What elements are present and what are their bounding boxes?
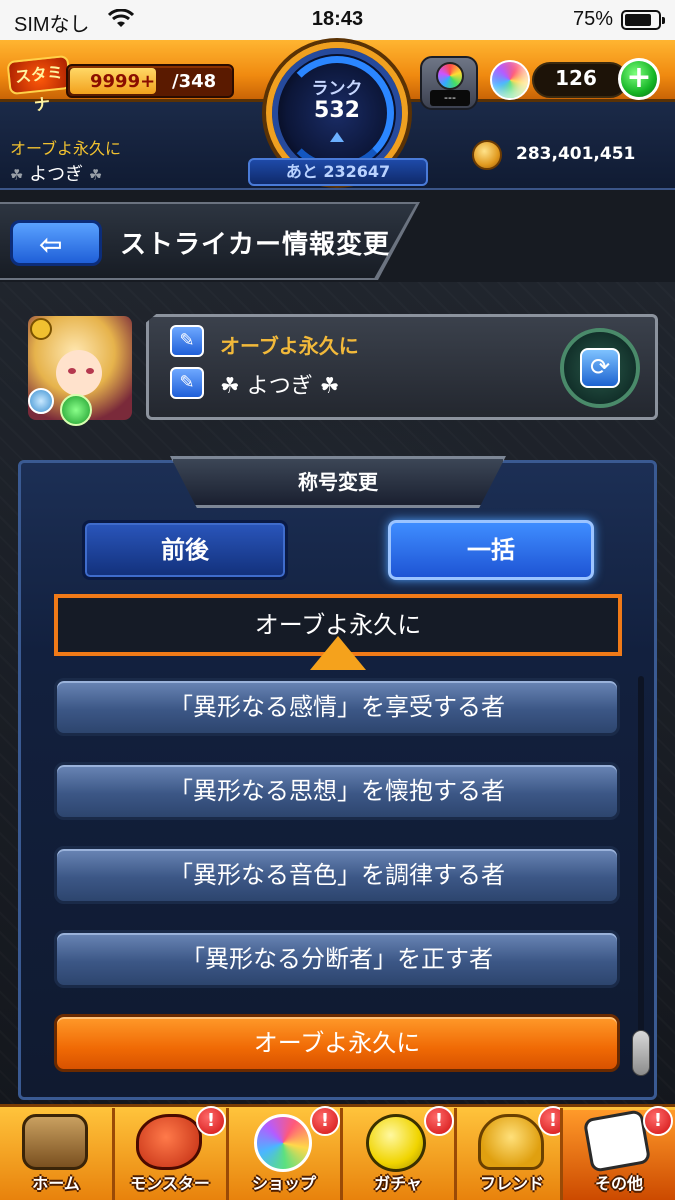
- page-title: ストライカー情報変更: [120, 230, 391, 260]
- rank-value: 532: [314, 98, 360, 123]
- swap-icon: ⟳: [580, 348, 620, 388]
- scrollbar-thumb[interactable]: [632, 1030, 650, 1076]
- tab-label: ホーム: [32, 1174, 80, 1193]
- tab-home[interactable]: ホーム: [0, 1110, 112, 1200]
- rank-label: ランク: [311, 79, 363, 99]
- title-option[interactable]: 「異形なる感情」を享受する者: [54, 678, 620, 736]
- scrollbar-track[interactable]: [638, 676, 644, 1076]
- monster-icon: [136, 1114, 202, 1170]
- tab-gacha[interactable]: ! ガチャ: [342, 1106, 454, 1200]
- tab-label: その他: [594, 1174, 643, 1193]
- mode-before-after-button[interactable]: 前後: [82, 520, 288, 580]
- clover-icon: ☘: [220, 374, 240, 399]
- alert-badge: !: [643, 1106, 673, 1136]
- title-option[interactable]: 「異形なる思想」を懐抱する者: [54, 762, 620, 820]
- gacha-icon: [366, 1114, 426, 1172]
- status-bar: SIMなし 18:43 75%: [0, 0, 675, 40]
- alert-badge: !: [310, 1106, 340, 1136]
- back-arrow-icon: ⇦: [39, 228, 63, 261]
- tab-label: モンスター: [130, 1174, 210, 1193]
- capsule-orb-icon: [436, 62, 464, 90]
- home-icon: [22, 1114, 88, 1170]
- mode-bulk-button[interactable]: 一括: [388, 520, 594, 580]
- orb-shop-icon: [254, 1114, 312, 1172]
- title-option-selected[interactable]: オーブよ永久に: [54, 1014, 620, 1072]
- tab-friend[interactable]: ! フレンド: [456, 1106, 568, 1200]
- tab-label: ガチャ: [374, 1174, 422, 1193]
- tab-shop[interactable]: ! ショップ: [228, 1106, 340, 1200]
- tab-other[interactable]: ! その他: [563, 1106, 675, 1200]
- stamina-max: /348: [172, 71, 217, 92]
- orb-count: 126: [555, 66, 597, 90]
- stamina-icon: スタミナ: [6, 54, 72, 115]
- buy-orbs-button[interactable]: +: [618, 58, 660, 100]
- user-name: よつぎ: [29, 164, 84, 185]
- edit-name-icon[interactable]: ✎: [170, 367, 204, 399]
- friend-icon: [478, 1114, 544, 1170]
- tab-label: ショップ: [251, 1174, 316, 1193]
- user-title: オーブよ永久に: [10, 139, 122, 158]
- avatar-face: [56, 350, 102, 396]
- clover-icon: ☘: [10, 166, 24, 184]
- capsule-screen: ---: [430, 90, 470, 106]
- back-button[interactable]: ⇦: [10, 220, 102, 266]
- preview-pointer-icon: [310, 636, 366, 670]
- rank-up-icon: [330, 132, 344, 142]
- swap-character-button[interactable]: ⟳: [560, 328, 640, 408]
- tab-monster[interactable]: ! モンスター: [114, 1106, 226, 1200]
- coin-icon: [472, 140, 502, 170]
- tab-label: フレンド: [479, 1174, 544, 1193]
- stamina-current: 9999+: [90, 71, 156, 92]
- edit-title-icon[interactable]: ✎: [170, 325, 204, 357]
- clover-icon: ☘: [319, 374, 340, 399]
- panel-title: 称号変更: [298, 470, 378, 494]
- avatar-rarity-icon: [30, 318, 52, 340]
- avatar-eye: [68, 368, 76, 374]
- orb-icon: [490, 60, 530, 100]
- profile-title: オーブよ永久に: [220, 334, 359, 358]
- profile-name: よつぎ: [246, 374, 313, 399]
- profile-name-line: ☘ よつぎ ☘: [220, 368, 339, 400]
- alert-badge: !: [196, 1106, 226, 1136]
- user-name-line: ☘ よつぎ ☘: [10, 160, 102, 186]
- battery-percent: 75%: [572, 8, 613, 30]
- alert-badge: !: [424, 1106, 454, 1136]
- avatar-eye: [86, 368, 94, 374]
- title-option[interactable]: 「異形なる音色」を調律する者: [54, 846, 620, 904]
- other-menu-icon: [582, 1109, 652, 1173]
- title-option[interactable]: 「異形なる分断者」を正す者: [54, 930, 620, 988]
- element-icon: [28, 388, 54, 414]
- capsule-icon[interactable]: ---: [420, 56, 478, 110]
- clover-icon: ☘: [88, 166, 103, 184]
- battery-icon: [621, 10, 665, 30]
- luck-icon: [60, 394, 92, 426]
- stamina-bar[interactable]: 9999+ /348: [66, 64, 234, 98]
- coin-value: 283,401,451: [516, 144, 636, 164]
- exp-remaining: あと 232647: [248, 158, 428, 186]
